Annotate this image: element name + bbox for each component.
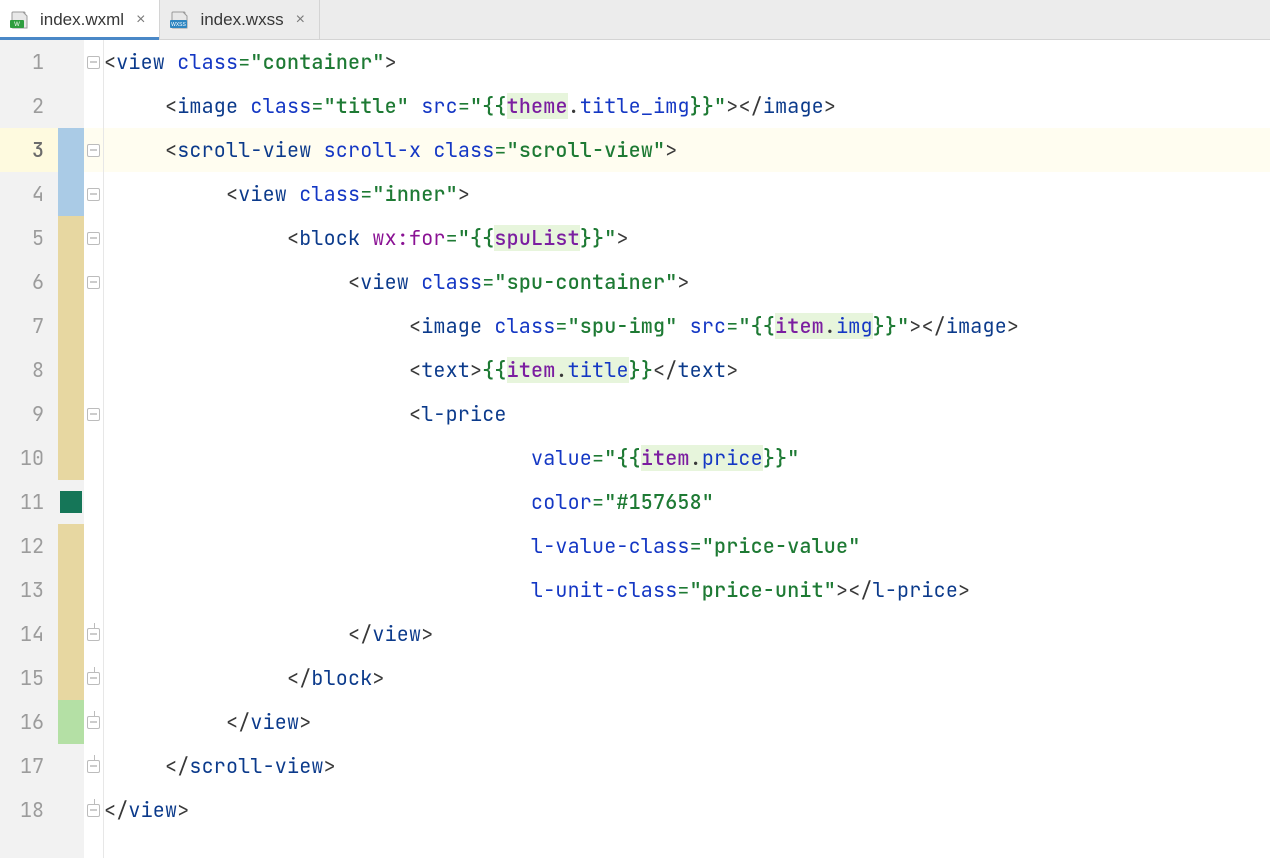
fold-toggle-open[interactable] bbox=[84, 216, 103, 260]
fold-spacer bbox=[84, 348, 103, 392]
code-line[interactable]: </block> bbox=[104, 656, 1270, 700]
change-marker bbox=[58, 84, 84, 128]
change-marker bbox=[58, 568, 84, 612]
line-number[interactable]: 9 bbox=[0, 392, 58, 436]
code-line[interactable]: color="#157658" bbox=[104, 480, 1270, 524]
fold-end[interactable] bbox=[84, 788, 103, 832]
change-marker bbox=[58, 260, 84, 304]
tab-index-wxss[interactable]: WXSS index.wxss × bbox=[160, 0, 319, 39]
fold-end[interactable] bbox=[84, 744, 103, 788]
line-number[interactable]: 10 bbox=[0, 436, 58, 480]
fold-spacer bbox=[84, 436, 103, 480]
fold-toggle-open[interactable] bbox=[84, 128, 103, 172]
fold-spacer bbox=[84, 304, 103, 348]
fold-spacer bbox=[84, 524, 103, 568]
fold-spacer bbox=[84, 480, 103, 524]
code-line[interactable]: <view class="container"> bbox=[104, 40, 1270, 84]
line-number[interactable]: 7 bbox=[0, 304, 58, 348]
line-number[interactable]: 17 bbox=[0, 744, 58, 788]
fold-toggle-open[interactable] bbox=[84, 260, 103, 304]
tab-bar: W index.wxml × WXSS index.wxss × bbox=[0, 0, 1270, 40]
change-marker bbox=[58, 656, 84, 700]
tab-label: index.wxss bbox=[200, 10, 283, 30]
code-line[interactable]: <l-price bbox=[104, 392, 1270, 436]
change-marker bbox=[58, 436, 84, 480]
code-line[interactable]: </view> bbox=[104, 788, 1270, 832]
code-line[interactable]: l-unit-class="price-unit"></l-price> bbox=[104, 568, 1270, 612]
code-line[interactable]: <image class="title" src="{{theme.title_… bbox=[104, 84, 1270, 128]
change-marker bbox=[58, 480, 84, 524]
change-marker bbox=[58, 216, 84, 260]
change-marker-gutter bbox=[58, 40, 84, 858]
fold-end[interactable] bbox=[84, 700, 103, 744]
code-line[interactable]: </scroll-view> bbox=[104, 744, 1270, 788]
line-number[interactable]: 2 bbox=[0, 84, 58, 128]
line-number[interactable]: 3 bbox=[0, 128, 58, 172]
code-line[interactable]: value="{{item.price}}" bbox=[104, 436, 1270, 480]
code-line[interactable]: <image class="spu-img" src="{{item.img}}… bbox=[104, 304, 1270, 348]
line-number[interactable]: 14 bbox=[0, 612, 58, 656]
code-line[interactable]: l-value-class="price-value" bbox=[104, 524, 1270, 568]
fold-spacer bbox=[84, 84, 103, 128]
line-number[interactable]: 5 bbox=[0, 216, 58, 260]
line-number[interactable]: 18 bbox=[0, 788, 58, 832]
fold-spacer bbox=[84, 568, 103, 612]
svg-text:W: W bbox=[14, 22, 20, 28]
tab-label: index.wxml bbox=[40, 10, 124, 30]
fold-toggle-open[interactable] bbox=[84, 40, 103, 84]
close-icon[interactable]: × bbox=[292, 11, 309, 29]
change-marker bbox=[58, 700, 84, 744]
line-number[interactable]: 13 bbox=[0, 568, 58, 612]
change-marker bbox=[58, 744, 84, 788]
close-icon[interactable]: × bbox=[132, 11, 149, 29]
line-number[interactable]: 8 bbox=[0, 348, 58, 392]
code-area[interactable]: <view class="container"> <image class="t… bbox=[104, 40, 1270, 858]
svg-text:WXSS: WXSS bbox=[172, 22, 187, 28]
line-number[interactable]: 12 bbox=[0, 524, 58, 568]
change-marker bbox=[58, 40, 84, 84]
code-line[interactable]: <scroll-view scroll-x class="scroll-view… bbox=[104, 128, 1270, 172]
change-marker bbox=[58, 392, 84, 436]
code-line[interactable]: <view class="spu-container"> bbox=[104, 260, 1270, 304]
change-marker bbox=[58, 304, 84, 348]
code-editor[interactable]: 123456789101112131415161718 <view class=… bbox=[0, 40, 1270, 858]
wxml-file-icon: W bbox=[10, 11, 32, 29]
tab-index-wxml[interactable]: W index.wxml × bbox=[0, 0, 160, 39]
fold-toggle-open[interactable] bbox=[84, 172, 103, 216]
change-marker bbox=[58, 128, 84, 172]
line-number[interactable]: 4 bbox=[0, 172, 58, 216]
code-line[interactable]: </view> bbox=[104, 700, 1270, 744]
line-number[interactable]: 1 bbox=[0, 40, 58, 84]
line-number[interactable]: 15 bbox=[0, 656, 58, 700]
wxss-file-icon: WXSS bbox=[170, 11, 192, 29]
change-marker bbox=[58, 172, 84, 216]
fold-end[interactable] bbox=[84, 656, 103, 700]
code-line[interactable]: <text>{{item.title}}</text> bbox=[104, 348, 1270, 392]
change-marker bbox=[58, 788, 84, 832]
change-marker bbox=[58, 348, 84, 392]
fold-toggle-open[interactable] bbox=[84, 392, 103, 436]
line-number[interactable]: 16 bbox=[0, 700, 58, 744]
code-line[interactable]: </view> bbox=[104, 612, 1270, 656]
change-marker bbox=[58, 612, 84, 656]
fold-end[interactable] bbox=[84, 612, 103, 656]
line-number[interactable]: 6 bbox=[0, 260, 58, 304]
fold-gutter[interactable] bbox=[84, 40, 104, 858]
code-line[interactable]: <block wx:for="{{spuList}}"> bbox=[104, 216, 1270, 260]
line-number[interactable]: 11 bbox=[0, 480, 58, 524]
code-line[interactable]: <view class="inner"> bbox=[104, 172, 1270, 216]
line-number-gutter[interactable]: 123456789101112131415161718 bbox=[0, 40, 58, 858]
change-marker bbox=[58, 524, 84, 568]
